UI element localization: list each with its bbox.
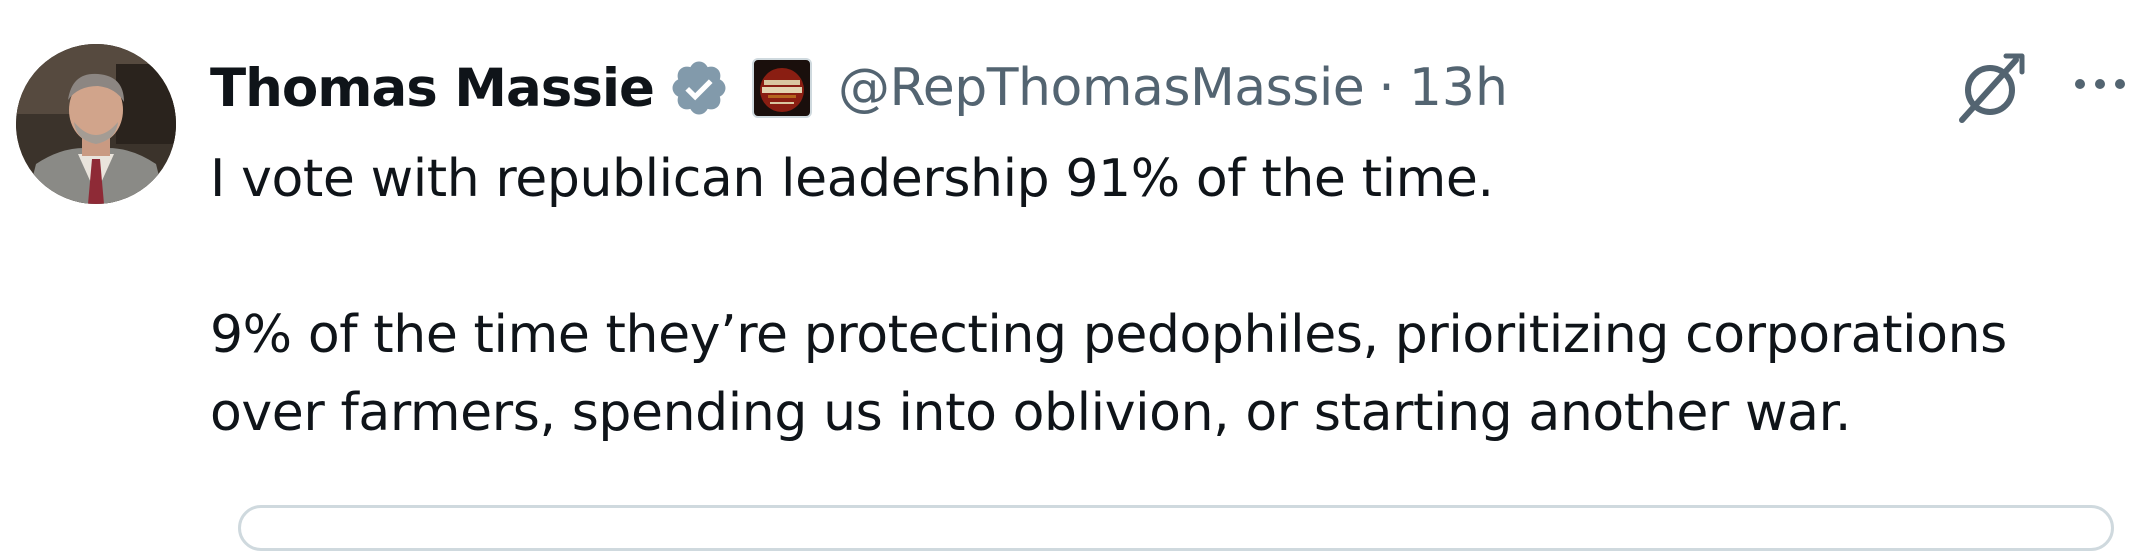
tweet-paragraph-2: 9% of the time they’re protecting pedoph… <box>210 305 2007 443</box>
quoted-card[interactable] <box>238 505 2114 551</box>
avatar[interactable] <box>16 44 176 204</box>
tweet-paragraph-1: I vote with republican leadership 91% of… <box>210 149 1494 209</box>
verified-badge-icon[interactable] <box>668 57 730 119</box>
tweet-text: I vote with republican leadership 91% of… <box>210 140 2130 452</box>
tweet-header: Thomas Massie @RepThomasMassie · 13h <box>210 52 1508 124</box>
separator: · <box>1378 58 1395 118</box>
affiliate-badge-icon[interactable] <box>752 58 812 118</box>
tweet[interactable]: Thomas Massie @RepThomasMassie · 13h I v… <box>0 0 2142 551</box>
more-options-icon[interactable] <box>2068 64 2132 104</box>
grok-icon[interactable] <box>1952 50 2028 126</box>
display-name[interactable]: Thomas Massie <box>210 58 655 119</box>
handle[interactable]: @RepThomasMassie <box>838 58 1365 118</box>
timestamp[interactable]: 13h <box>1409 58 1508 118</box>
